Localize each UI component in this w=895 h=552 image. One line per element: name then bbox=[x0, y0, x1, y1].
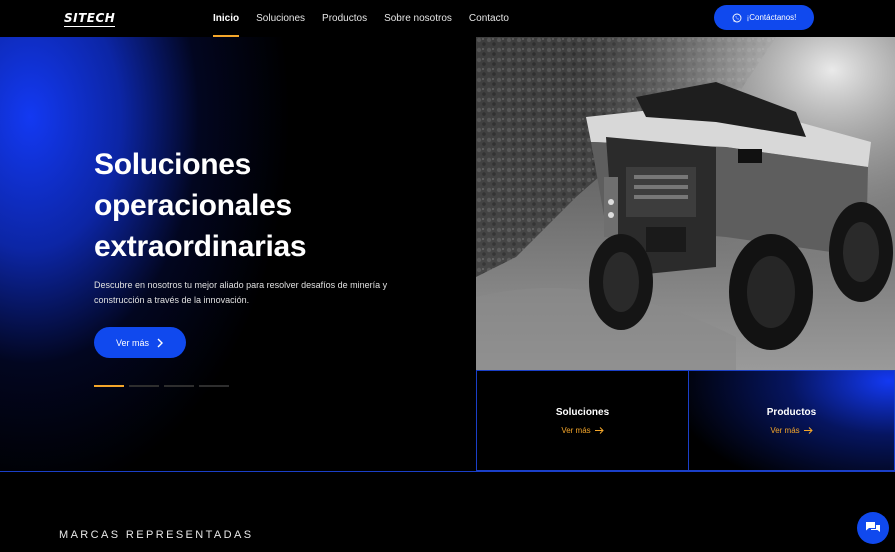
contact-button[interactable]: ¡Contáctanos! bbox=[714, 5, 814, 30]
card-link-ver-mas[interactable]: Ver más bbox=[561, 425, 604, 435]
nav-item-productos[interactable]: Productos bbox=[322, 13, 367, 24]
card-link-label: Ver más bbox=[561, 425, 591, 435]
slide-indicator-3[interactable] bbox=[164, 385, 194, 387]
nav-item-contacto[interactable]: Contacto bbox=[469, 13, 509, 24]
arrow-right-icon bbox=[803, 426, 813, 434]
chevron-right-icon bbox=[157, 338, 163, 347]
products-card[interactable]: Productos Ver más bbox=[688, 370, 895, 471]
main-menu: Inicio Soluciones Productos Sobre nosotr… bbox=[213, 13, 509, 37]
nav-item-soluciones[interactable]: Soluciones bbox=[256, 13, 305, 24]
slide-indicator-2[interactable] bbox=[129, 385, 159, 387]
hero-title: Soluciones operacionales extraordinarias bbox=[94, 148, 307, 263]
arrow-right-icon bbox=[594, 426, 604, 434]
slider-indicators bbox=[94, 385, 229, 387]
solutions-card[interactable]: Soluciones Ver más bbox=[476, 370, 689, 471]
chat-button[interactable] bbox=[857, 512, 889, 544]
sitech-logo[interactable]: SITECH bbox=[64, 11, 116, 27]
nav-item-inicio[interactable]: Inicio bbox=[213, 13, 240, 37]
slide-indicator-4[interactable] bbox=[199, 385, 229, 387]
card-link-ver-mas[interactable]: Ver más bbox=[770, 425, 813, 435]
nav-item-sobre-nosotros[interactable]: Sobre nosotros bbox=[384, 13, 452, 24]
contact-button-label: ¡Contáctanos! bbox=[746, 13, 797, 22]
hero-ver-mas-button[interactable]: Ver más bbox=[94, 327, 186, 358]
hero-button-label: Ver más bbox=[115, 337, 149, 348]
hero-description: Descubre en nosotros tu mejor aliado par… bbox=[94, 280, 388, 305]
section-divider bbox=[0, 471, 895, 472]
mining-truck-image bbox=[476, 37, 895, 370]
brands-heading: MARCAS REPRESENTADAS bbox=[59, 529, 254, 541]
card-link-label: Ver más bbox=[770, 425, 800, 435]
card-title: Soluciones bbox=[555, 406, 610, 418]
chat-bubbles-icon bbox=[866, 522, 880, 532]
top-navbar: SITECH Inicio Soluciones Productos Sobre… bbox=[0, 0, 895, 37]
whatsapp-icon bbox=[732, 13, 742, 22]
slide-indicator-1[interactable] bbox=[94, 385, 124, 387]
card-title: Productos bbox=[766, 406, 817, 418]
